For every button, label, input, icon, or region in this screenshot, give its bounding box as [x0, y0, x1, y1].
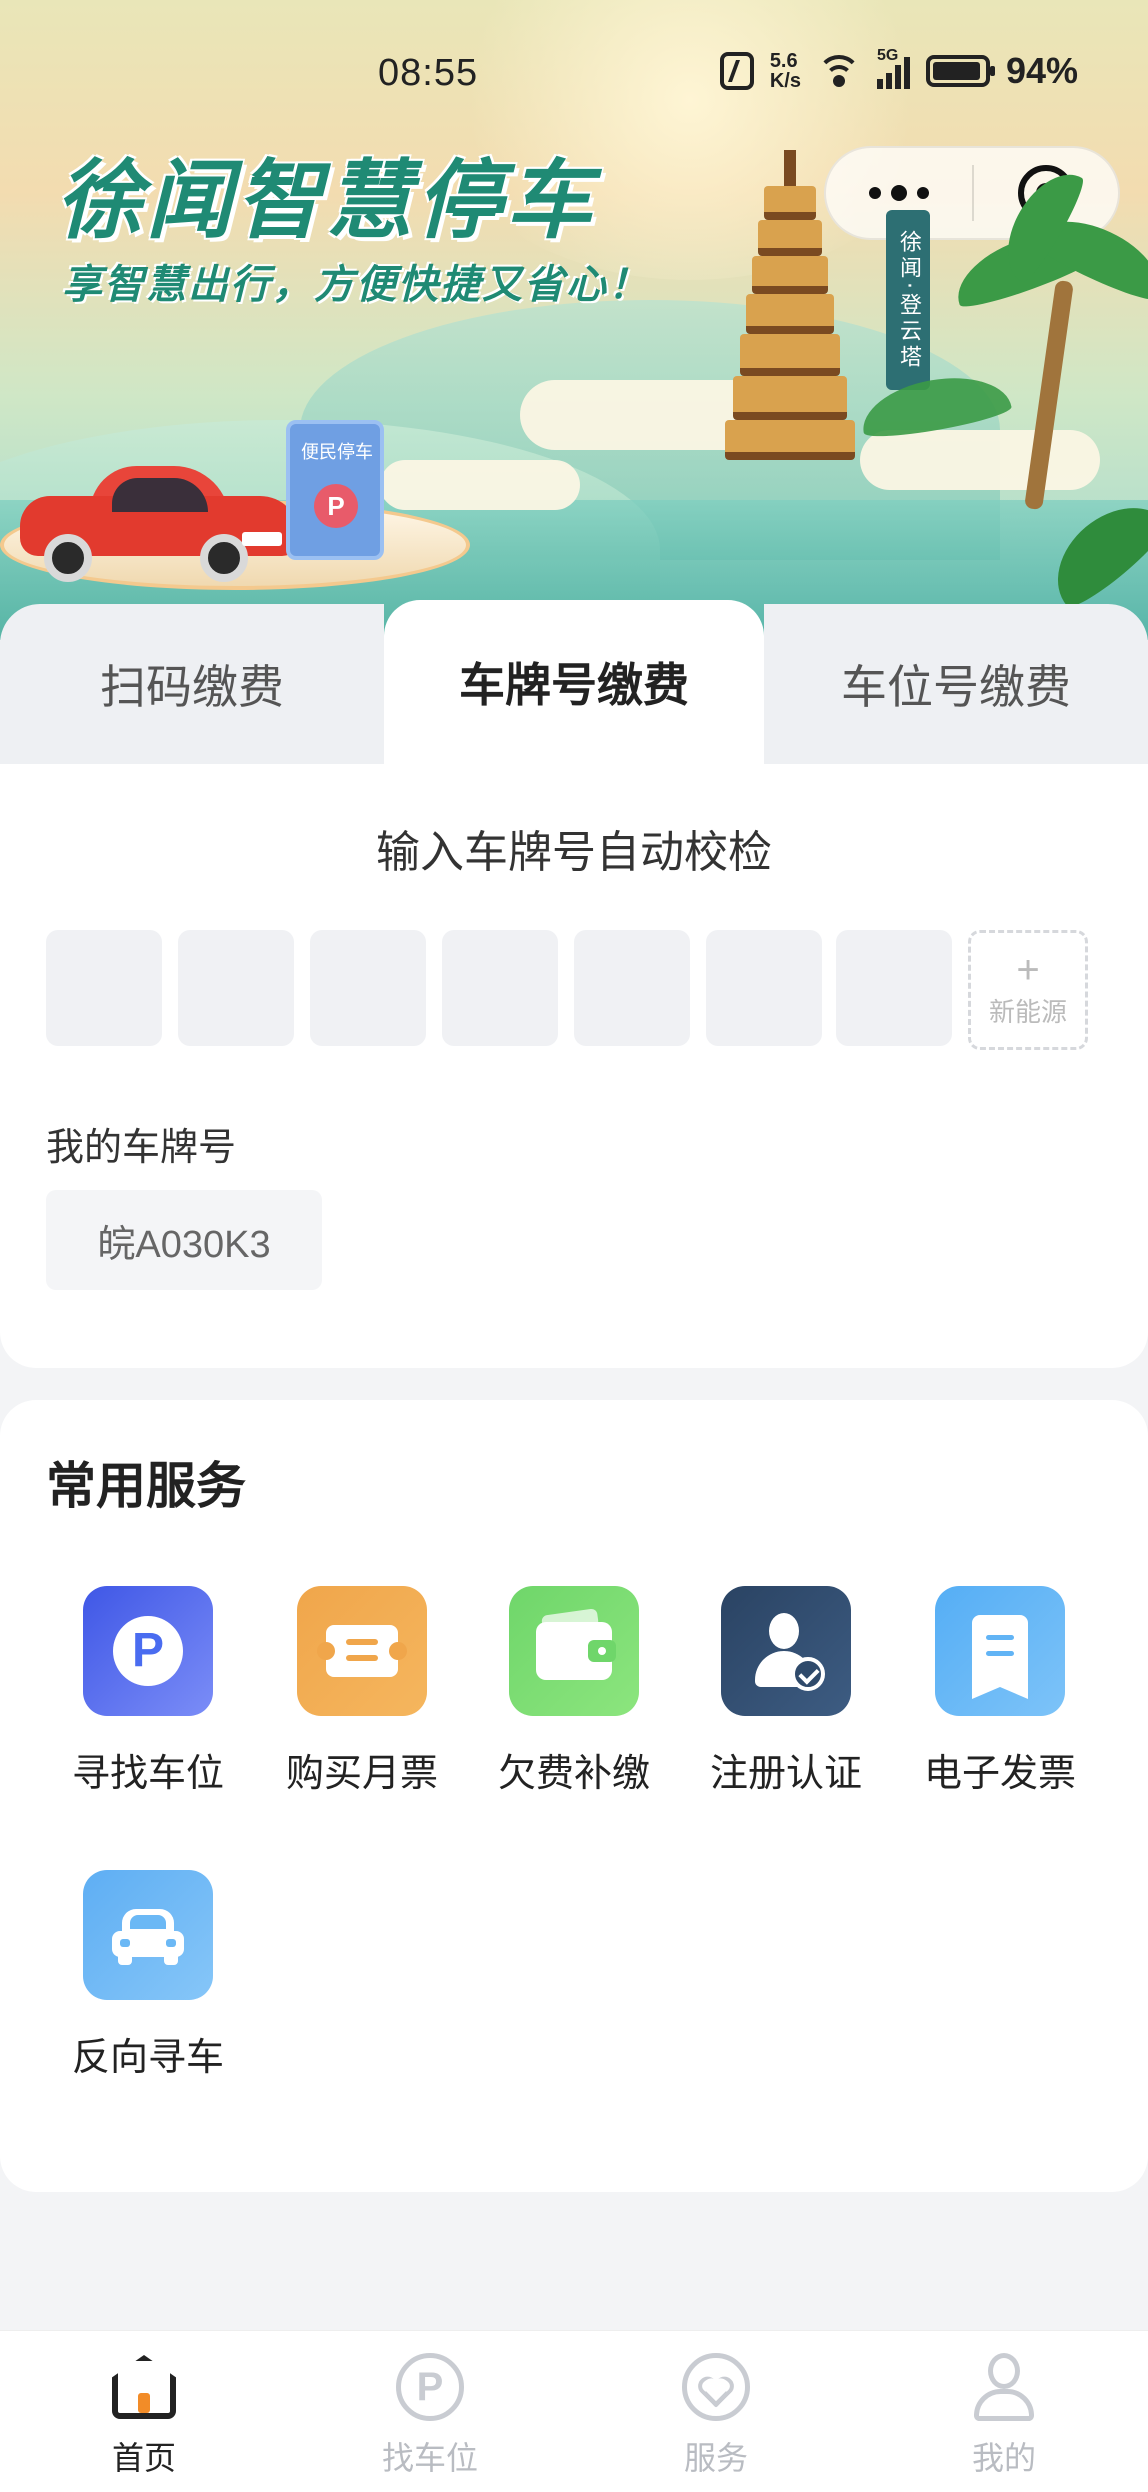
payment-tabs: 扫码缴费 车位号缴费 车牌号缴费 — [0, 600, 1148, 764]
plate-char-input[interactable] — [310, 930, 426, 1046]
wifi-icon — [816, 53, 861, 89]
services-title: 常用服务 — [46, 1457, 246, 1515]
saved-plate-chip[interactable]: 皖A030K3 — [46, 1190, 322, 1290]
verified-user-icon — [721, 1586, 851, 1716]
service-monthly-pass[interactable]: 购买月票 — [262, 1586, 462, 1826]
pagoda-sign: 徐闻·登云塔 — [886, 210, 930, 390]
net-speed-value: 5.6 — [769, 50, 798, 72]
banner-cloud — [380, 460, 580, 510]
tabbar-home[interactable]: 首页 — [44, 2351, 244, 2481]
tab-plate-pay[interactable]: 车牌号缴费 — [384, 600, 764, 764]
plate-char-input[interactable] — [706, 930, 822, 1046]
parking-sign-text: 便民停车 — [301, 442, 373, 463]
plate-char-input[interactable] — [46, 930, 162, 1046]
car-icon — [83, 1870, 213, 2000]
service-label: 寻找车位 — [71, 1751, 224, 1795]
net-speed: 5.6 K/s — [770, 51, 801, 91]
car-illustration — [20, 460, 300, 582]
tabbar-label: 首页 — [111, 2439, 176, 2477]
tab-space-number-pay[interactable]: 车位号缴费 — [764, 604, 1148, 764]
battery-icon — [925, 55, 995, 87]
tabbar-find-space[interactable]: P 找车位 — [330, 2351, 530, 2481]
plus-icon: + — [1016, 947, 1040, 992]
ticket-icon — [297, 1586, 427, 1716]
new-energy-slot[interactable]: + 新能源 — [968, 930, 1088, 1050]
user-icon — [968, 2351, 1040, 2423]
parking-sign: 便民停车 P — [286, 420, 384, 560]
service-label: 欠费补缴 — [497, 1751, 650, 1795]
plate-char-input[interactable] — [836, 930, 952, 1046]
plate-input-card: 输入车牌号自动校检 + 新能源 我的车牌号 皖A030K3 — [0, 764, 1148, 1368]
service-register-verify[interactable]: 注册认证 — [686, 1586, 886, 1826]
banner-cloud — [860, 430, 1100, 490]
tab-scan-pay[interactable]: 扫码缴费 — [0, 604, 384, 764]
service-find-car[interactable]: 反向寻车 — [48, 1870, 248, 2110]
home-icon — [108, 2351, 180, 2423]
service-e-invoice[interactable]: 电子发票 — [900, 1586, 1100, 1826]
parking-circle-icon: P — [394, 2351, 466, 2423]
network-type: 5G — [876, 47, 899, 64]
service-label: 反向寻车 — [71, 2035, 224, 2079]
service-label: 电子发票 — [923, 1751, 1076, 1795]
bottom-tab-bar: 首页 P 找车位 服务 我的 — [0, 2330, 1148, 2492]
my-plates-label: 我的车牌号 — [46, 1125, 237, 1169]
parking-icon: P — [83, 1586, 213, 1716]
status-icons: 5.6 K/s 5G 94% — [719, 47, 1078, 92]
nfc-icon — [719, 52, 754, 90]
heart-service-icon — [680, 2351, 752, 2423]
hero-banner: 08:55 5.6 K/s 5G 94% 徐闻智慧停车 享智慧出行，方便快捷又省… — [0, 0, 1148, 640]
parking-icon: P — [314, 484, 358, 528]
pagoda-illustration — [720, 150, 860, 460]
service-label: 购买月票 — [285, 1751, 438, 1795]
plate-char-input[interactable] — [178, 930, 294, 1046]
service-arrears-pay[interactable]: 欠费补缴 — [474, 1586, 674, 1826]
tabbar-label: 找车位 — [381, 2439, 478, 2477]
status-time: 08:55 — [378, 52, 479, 94]
net-speed-unit: K/s — [769, 70, 801, 92]
signal-icon: 5G — [876, 47, 910, 89]
service-find-space[interactable]: P 寻找车位 — [48, 1586, 248, 1826]
services-card: 常用服务 P 寻找车位 购买月票 欠费补缴 注册认证 电子发票 反向寻车 — [0, 1400, 1148, 2192]
tabbar-label: 服务 — [683, 2439, 748, 2477]
invoice-icon — [935, 1586, 1065, 1716]
wallet-icon — [509, 1586, 639, 1716]
plate-char-input[interactable] — [574, 930, 690, 1046]
plate-input-title: 输入车牌号自动校检 — [376, 827, 772, 878]
banner-subtitle: 享智慧出行，方便快捷又省心！ — [62, 262, 650, 308]
service-label: 注册认证 — [709, 1751, 862, 1795]
plate-char-input[interactable] — [442, 930, 558, 1046]
tabbar-label: 我的 — [971, 2439, 1036, 2477]
battery-percent: 94% — [1005, 50, 1078, 91]
banner-title: 徐闻智慧停车 — [56, 151, 596, 251]
status-bar: 08:55 5.6 K/s 5G 94% — [0, 40, 1148, 120]
tabbar-services[interactable]: 服务 — [616, 2351, 816, 2481]
tabbar-mine[interactable]: 我的 — [904, 2351, 1104, 2481]
new-energy-label: 新能源 — [988, 997, 1067, 1028]
